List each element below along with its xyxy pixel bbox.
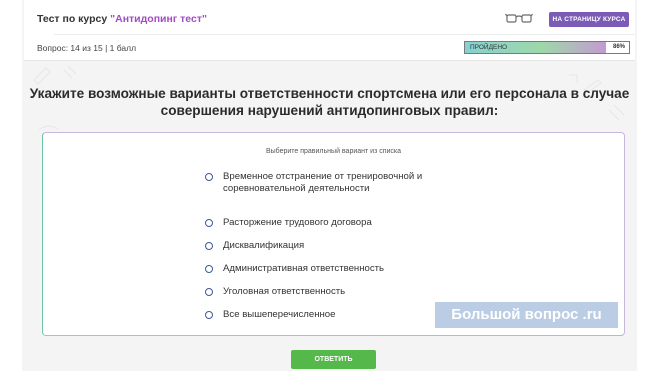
header-divider [54,34,635,35]
answer-option[interactable]: Все вышеперечисленное [205,309,433,321]
answer-option[interactable]: Дисквалификация [205,240,433,252]
glasses-icon[interactable] [505,12,533,24]
answer-option-label: Уголовная ответственность [223,286,346,297]
answer-option[interactable]: Расторжение трудового договора [205,217,433,229]
right-margin [637,0,659,371]
course-page-button[interactable]: НА СТРАНИЦУ КУРСА [549,12,629,27]
answer-option-label: Временное отстранение от тренировочной и… [223,171,423,194]
progress-label: ПРОЙДЕНО [470,44,508,51]
question-text: Укажите возможные варианты ответственнос… [29,86,630,118]
progress-bar: ПРОЙДЕНО 86% [464,41,630,54]
answer-option[interactable]: Временное отстранение от тренировочной и… [205,171,433,195]
answer-option-label: Дисквалификация [223,240,305,251]
course-title-prefix: Тест по курсу [37,13,111,25]
course-name: "Антидопинг тест" [110,13,207,25]
left-margin [0,0,22,371]
progress-percent: 86% [612,44,625,50]
answer-option-label: Расторжение трудового договора [223,217,372,228]
test-header: Тест по курсу "Антидопинг тест" НА СТРАН… [24,0,635,61]
radio-button[interactable] [205,288,213,296]
test-page: Тест по курсу "Антидопинг тест" НА СТРАН… [0,0,659,371]
course-title: Тест по курсу "Антидопинг тест" [37,13,207,25]
radio-button[interactable] [205,311,213,319]
answer-option[interactable]: Уголовная ответственность [205,286,433,298]
answer-option-label: Административная ответственность [223,263,385,274]
question-info: Вопрос: 14 из 15 | 1 балл [37,43,137,53]
radio-button[interactable] [205,173,213,181]
radio-button[interactable] [205,242,213,250]
answer-option[interactable]: Административная ответственность [205,263,433,275]
submit-answer-button[interactable]: ОТВЕТИТЬ [291,350,376,369]
answer-option-label: Все вышеперечисленное [223,309,336,320]
radio-button[interactable] [205,219,213,227]
radio-button[interactable] [205,265,213,273]
answer-instruction: Выберите правильный вариант из списка [265,148,402,155]
watermark: Большой вопрос .ru [435,302,618,328]
